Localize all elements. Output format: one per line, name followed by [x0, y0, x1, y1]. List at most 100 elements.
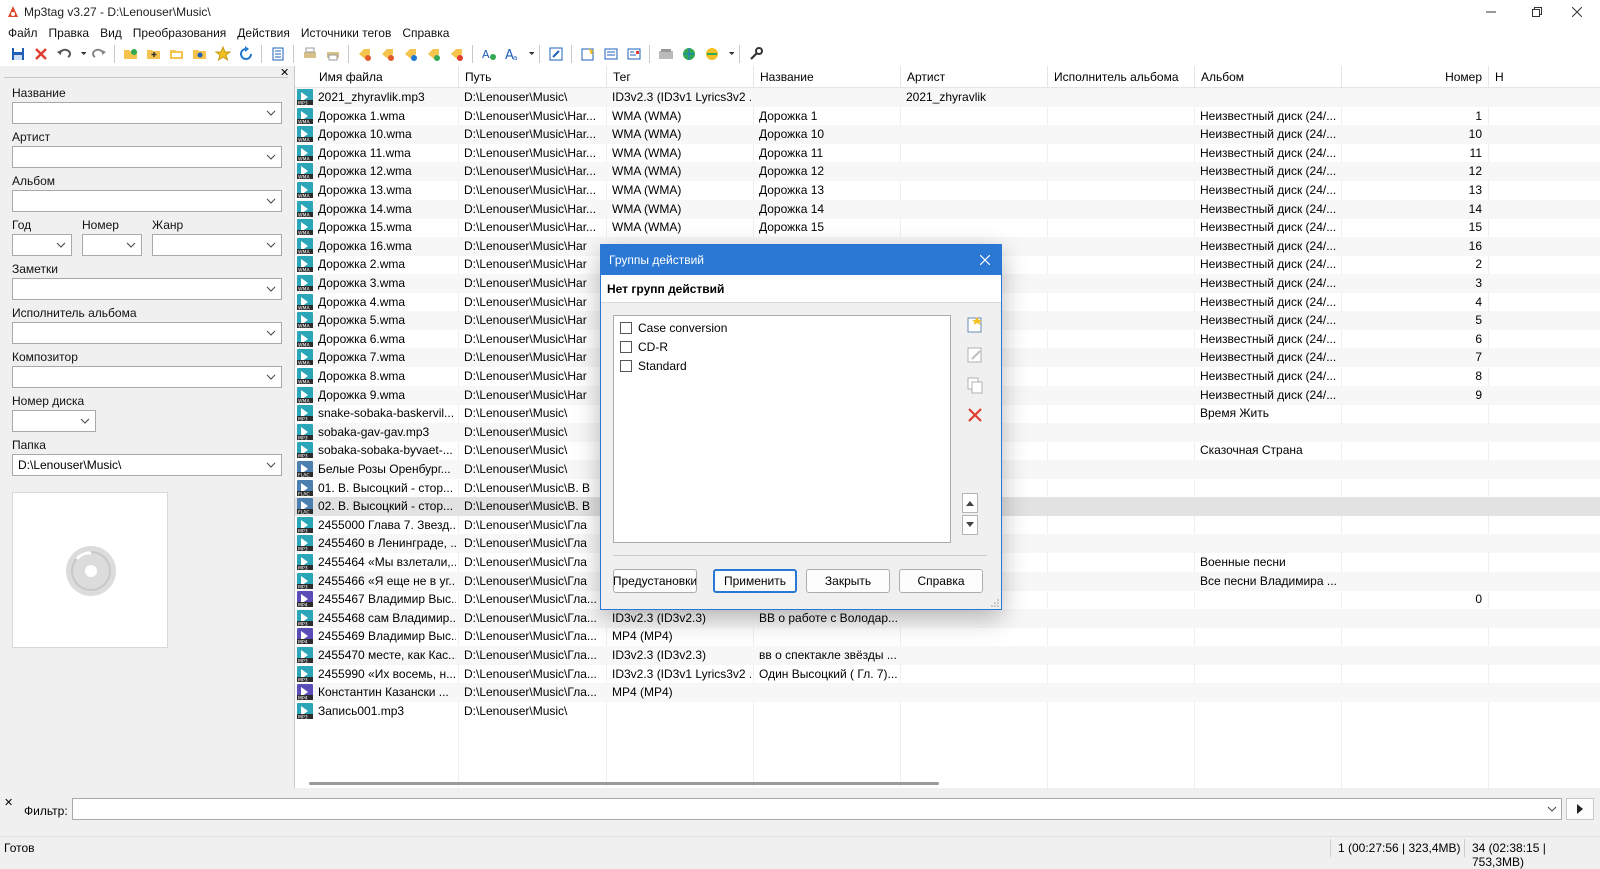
album-artist-field[interactable]	[12, 322, 282, 344]
checkbox[interactable]	[620, 360, 632, 372]
filename-to-tag-button[interactable]	[376, 43, 399, 65]
menu-item[interactable]: Правка	[45, 24, 97, 42]
help-button[interactable]: Справка	[899, 569, 983, 593]
menu-item[interactable]: Действия	[233, 24, 297, 42]
table-row[interactable]: MP3 2455470 месте, как Кас... D:\Lenouser\…	[295, 646, 1600, 665]
close-window-button[interactable]	[1554, 0, 1600, 24]
action-group-item[interactable]: CD-R	[620, 338, 668, 356]
chevron-down-icon[interactable]	[263, 149, 279, 165]
title-field[interactable]	[12, 102, 282, 124]
column-header-item[interactable]: Путь	[459, 66, 607, 88]
menu-item[interactable]: Источники тегов	[297, 24, 398, 42]
close-panel-icon[interactable]: ✕	[280, 66, 289, 79]
column-header-item[interactable]: Н	[1489, 66, 1600, 88]
text-to-tag-button[interactable]	[422, 43, 445, 65]
chevron-down-icon[interactable]	[263, 237, 279, 253]
table-row[interactable]: WMA Дорожка 13.wma D:\Lenouser\Music\Har..…	[295, 181, 1600, 200]
disc-field[interactable]	[12, 410, 96, 432]
table-row[interactable]: MP4 Константин Казански ... D:\Lenouser\Mu…	[295, 683, 1600, 703]
album-field[interactable]	[12, 190, 282, 212]
open-folder-button[interactable]	[119, 43, 142, 65]
apply-button[interactable]: Применить	[713, 569, 797, 593]
export-button[interactable]	[445, 43, 468, 65]
table-row[interactable]: MP3 2021_zhyravlik.mp3 D:\Lenouser\Music\ I…	[295, 88, 1600, 107]
track-field[interactable]	[82, 234, 142, 256]
options-button[interactable]	[744, 43, 767, 65]
delete-group-button[interactable]	[963, 403, 987, 427]
chevron-down-icon[interactable]	[53, 237, 69, 253]
favorite-folder-button[interactable]	[188, 43, 211, 65]
chevron-down-icon[interactable]	[77, 413, 93, 429]
web-source-button[interactable]	[700, 43, 723, 65]
dropdown-button[interactable]	[75, 43, 87, 65]
table-row[interactable]: MP4 2455469 Владимир Выс... D:\Lenouser\Mu…	[295, 627, 1600, 646]
undo-button[interactable]	[52, 43, 75, 65]
move-down-button[interactable]	[962, 515, 978, 535]
column-header-item[interactable]: Альбом	[1195, 66, 1342, 88]
star-button[interactable]	[211, 43, 234, 65]
chevron-down-icon[interactable]	[263, 193, 279, 209]
duplicate-group-button[interactable]	[963, 373, 987, 397]
dialog-close-button[interactable]	[975, 250, 995, 270]
chevron-down-icon[interactable]	[263, 325, 279, 341]
save-button[interactable]	[6, 43, 29, 65]
action-group-list[interactable]: Case conversion CD-R Standard	[613, 315, 951, 543]
chevron-down-icon[interactable]	[1547, 803, 1557, 818]
close-filter-icon[interactable]: ✕	[4, 796, 13, 809]
column-header-item[interactable]: Артист	[901, 66, 1048, 88]
table-row[interactable]: WMA Дорожка 14.wma D:\Lenouser\Music\Har..…	[295, 199, 1600, 219]
move-up-button[interactable]	[962, 493, 978, 513]
table-row[interactable]: WMA Дорожка 11.wma D:\Lenouser\Music\Har..…	[295, 144, 1600, 163]
web-button[interactable]	[677, 43, 700, 65]
cover-art[interactable]	[12, 492, 168, 648]
column-header-item[interactable]: Номер	[1342, 66, 1489, 88]
column-header-item[interactable]: Исполнитель альбома	[1048, 66, 1195, 88]
folder-field[interactable]: D:\Lenouser\Music\	[12, 454, 282, 476]
tag-to-tag-button[interactable]	[399, 43, 422, 65]
table-row[interactable]: MP3 Запись001.mp3 D:\Lenouser\Music\	[295, 702, 1600, 721]
new-group-button[interactable]	[963, 313, 987, 337]
chevron-down-icon[interactable]	[263, 281, 279, 297]
table-row[interactable]: WMA Дорожка 12.wma D:\Lenouser\Music\Har..…	[295, 162, 1600, 182]
menu-item[interactable]: Вид	[96, 24, 129, 42]
action-group-item[interactable]: Case conversion	[620, 319, 727, 337]
edit-button[interactable]	[544, 43, 567, 65]
close-button[interactable]: Закрыть	[806, 569, 890, 593]
column-header-item[interactable]: Тег	[607, 66, 754, 88]
tag-source-button[interactable]	[654, 43, 677, 65]
menu-item[interactable]: Преобразования	[129, 24, 234, 42]
apply-filter-button[interactable]	[1566, 798, 1594, 820]
table-row[interactable]: WMA Дорожка 1.wma D:\Lenouser\Music\Har...…	[295, 107, 1600, 126]
composer-field[interactable]	[12, 366, 282, 388]
minimize-button[interactable]	[1468, 0, 1514, 24]
refresh-button[interactable]	[234, 43, 257, 65]
checkbox[interactable]	[620, 341, 632, 353]
table-row[interactable]: MP3 2455990 «Их восемь, н... D:\Lenouser\M…	[295, 665, 1600, 684]
comment-field[interactable]	[12, 278, 282, 300]
edit-group-button[interactable]	[963, 343, 987, 367]
chevron-down-icon[interactable]	[123, 237, 139, 253]
select-all-button[interactable]	[266, 43, 289, 65]
menu-item[interactable]: Файл	[4, 24, 45, 42]
genre-field[interactable]	[152, 234, 282, 256]
print-preview-button[interactable]	[321, 43, 344, 65]
chevron-down-icon[interactable]	[263, 457, 279, 473]
presets-button[interactable]: Предустановки	[613, 569, 697, 593]
resize-grip-icon[interactable]	[991, 599, 999, 607]
artist-field[interactable]	[12, 146, 282, 168]
column-header-item[interactable]: Название	[754, 66, 901, 88]
action-quick-button[interactable]	[599, 43, 622, 65]
table-row[interactable]: MP3 2455468 сам Владимир... D:\Lenouser\Mu…	[295, 608, 1600, 628]
dropdown-button[interactable]	[723, 43, 735, 65]
autonumber-button[interactable]: A	[477, 43, 500, 65]
table-row[interactable]: WMA Дорожка 15.wma D:\Lenouser\Music\Har..…	[295, 218, 1600, 237]
checkbox[interactable]	[620, 322, 632, 334]
actions-button[interactable]	[576, 43, 599, 65]
action-group-item[interactable]: Standard	[620, 357, 687, 375]
table-row[interactable]: WMA Дорожка 10.wma D:\Lenouser\Music\Har..…	[295, 125, 1600, 145]
dropdown-button[interactable]	[523, 43, 535, 65]
redo-button[interactable]	[87, 43, 110, 65]
menu-item[interactable]: Справка	[398, 24, 456, 42]
chevron-down-icon[interactable]	[263, 105, 279, 121]
remove-tag-button[interactable]	[29, 43, 52, 65]
